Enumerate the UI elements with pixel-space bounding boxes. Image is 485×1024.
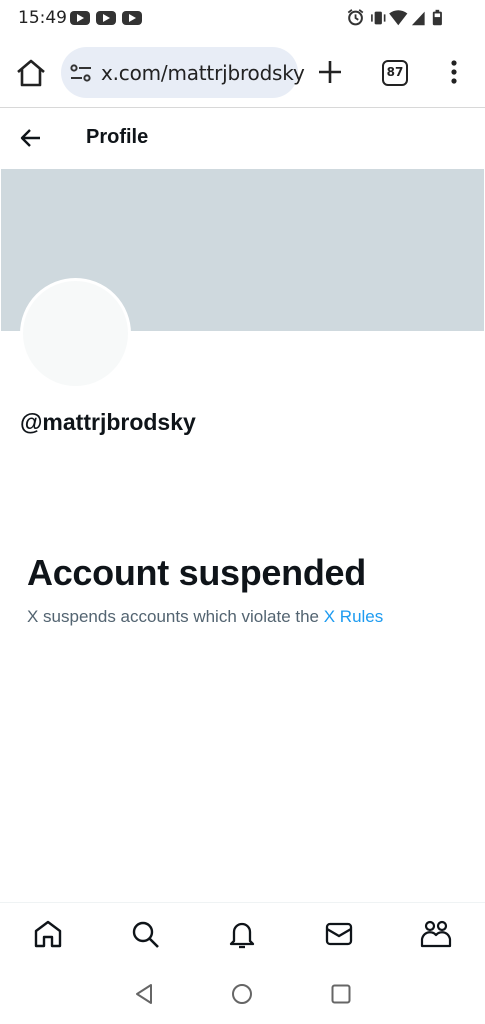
- youtube-icon: [70, 11, 90, 25]
- home-icon[interactable]: [31, 917, 65, 951]
- page-title: Profile: [86, 126, 149, 148]
- tab-switcher-button[interactable]: 87: [382, 60, 408, 86]
- profile-handle: @mattrjbrodsky: [20, 409, 196, 435]
- search-icon[interactable]: [128, 917, 162, 951]
- site-settings-icon[interactable]: [70, 63, 92, 83]
- address-bar[interactable]: x.com/mattrjbrodsky: [61, 47, 305, 98]
- communities-icon[interactable]: [419, 917, 453, 951]
- profile-header: Profile: [0, 108, 485, 168]
- suspension-description: X suspends accounts which violate the X …: [27, 607, 383, 627]
- url-text[interactable]: x.com/mattrjbrodsky: [101, 61, 305, 85]
- suspension-title: Account suspended: [27, 552, 366, 593]
- android-nav-bar: [0, 964, 485, 1024]
- x-rules-link[interactable]: X Rules: [324, 607, 384, 626]
- arrow-left-icon[interactable]: [16, 124, 46, 152]
- home-circle-icon[interactable]: [230, 982, 254, 1006]
- status-time: 15:49: [18, 8, 67, 28]
- status-bar: 15:49: [0, 0, 485, 36]
- back-triangle-icon[interactable]: [132, 982, 156, 1006]
- suspension-description-text: X suspends accounts which violate the: [27, 607, 324, 626]
- youtube-icon: [122, 11, 142, 25]
- battery-icon: [432, 9, 442, 26]
- alarm-icon: [347, 9, 364, 26]
- system-status-icons: [347, 9, 442, 26]
- browser-home-icon[interactable]: [14, 58, 48, 88]
- wifi-icon: [389, 10, 408, 26]
- youtube-icon: [96, 11, 116, 25]
- bottom-nav: [0, 902, 485, 964]
- cell-signal-icon: [411, 11, 425, 26]
- new-tab-icon[interactable]: [316, 58, 344, 86]
- messages-icon[interactable]: [322, 917, 356, 951]
- avatar[interactable]: [20, 278, 131, 389]
- more-vert-icon[interactable]: [444, 58, 464, 88]
- notifications-icon[interactable]: [225, 917, 259, 951]
- vibrate-icon: [371, 11, 386, 25]
- browser-toolbar: x.com/mattrjbrodsky 87: [0, 36, 485, 108]
- recents-square-icon[interactable]: [329, 982, 353, 1006]
